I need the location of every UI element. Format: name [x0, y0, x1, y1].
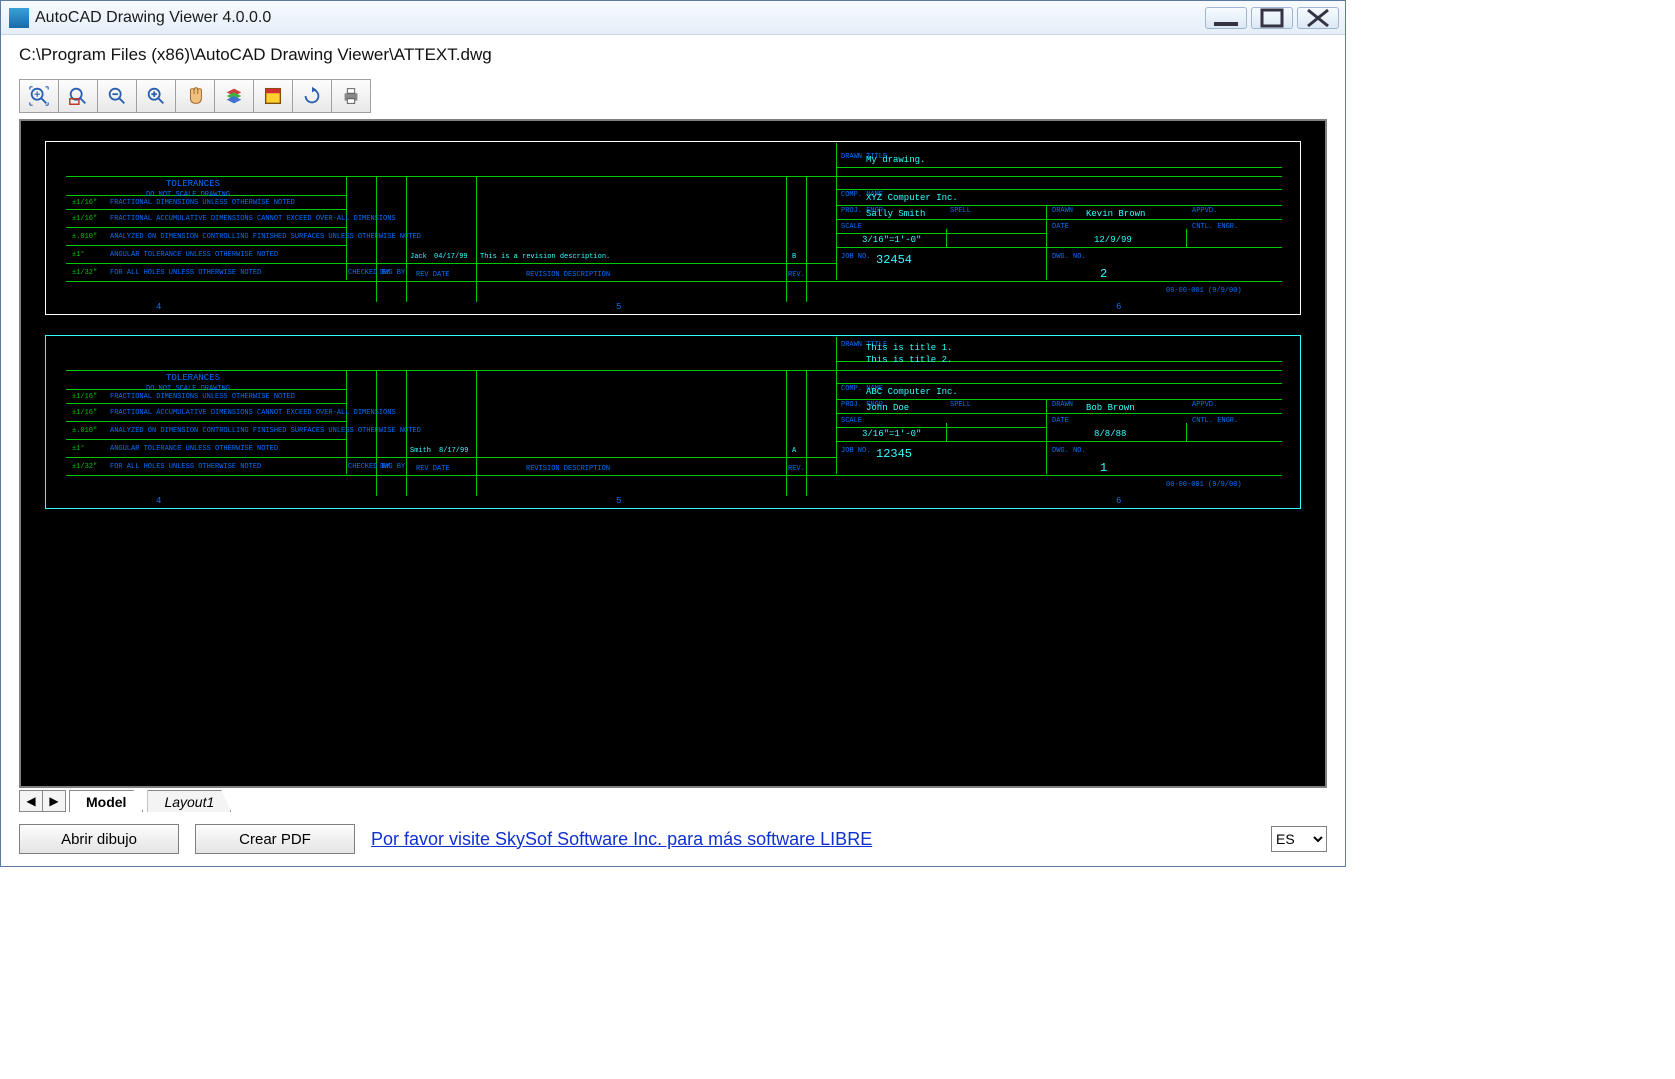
tabs-row: ◀ ▶ Model Layout1	[19, 790, 1327, 812]
layers-button[interactable]	[214, 79, 254, 113]
print-button[interactable]	[331, 79, 371, 113]
close-icon	[1298, 6, 1338, 30]
tab-model[interactable]: Model	[69, 790, 143, 812]
window-button[interactable]	[253, 79, 293, 113]
layers-icon	[223, 85, 245, 107]
toolbar	[19, 79, 1327, 113]
footer-row: Abrir dibujo Crear PDF Por favor visite …	[19, 824, 1327, 854]
tol-title: TOLERANCES	[166, 179, 220, 189]
drawing-canvas[interactable]: TOLERANCES DO NOT SCALE DRAWING ±1/16" F…	[19, 119, 1327, 788]
tab-prev-button[interactable]: ◀	[19, 790, 43, 812]
title-block-1: TOLERANCES DO NOT SCALE DRAWING ±1/16" F…	[45, 141, 1301, 315]
file-path: C:\Program Files (x86)\AutoCAD Drawing V…	[19, 45, 1327, 65]
zoom-out-button[interactable]	[97, 79, 137, 113]
maximize-icon	[1252, 6, 1292, 30]
skysof-link[interactable]: Por favor visite SkySof Software Inc. pa…	[371, 829, 872, 850]
tol-sub: DO NOT SCALE DRAWING	[146, 191, 230, 199]
language-select[interactable]: ES	[1271, 826, 1327, 852]
create-pdf-button[interactable]: Crear PDF	[195, 824, 355, 854]
window-icon	[262, 85, 284, 107]
titlebar: AutoCAD Drawing Viewer 4.0.0.0	[1, 1, 1345, 35]
zoom-in-button[interactable]	[136, 79, 176, 113]
minimize-button[interactable]	[1205, 7, 1247, 29]
close-button[interactable]	[1297, 7, 1339, 29]
minimize-icon	[1206, 6, 1246, 30]
zoom-in-icon	[145, 85, 167, 107]
zoom-window-icon	[67, 85, 89, 107]
title-block-2: TOLERANCES DO NOT SCALE DRAWING ±1/16" F…	[45, 335, 1301, 509]
refresh-icon	[301, 85, 323, 107]
open-drawing-button[interactable]: Abrir dibujo	[19, 824, 179, 854]
maximize-button[interactable]	[1251, 7, 1293, 29]
zoom-window-button[interactable]	[58, 79, 98, 113]
app-icon	[9, 8, 29, 28]
tab-next-button[interactable]: ▶	[42, 790, 66, 812]
zoom-extents-button[interactable]	[19, 79, 59, 113]
drawing-content: TOLERANCES DO NOT SCALE DRAWING ±1/16" F…	[21, 121, 1325, 786]
app-window: AutoCAD Drawing Viewer 4.0.0.0 C:\Progra…	[0, 0, 1346, 867]
client-area: C:\Program Files (x86)\AutoCAD Drawing V…	[1, 35, 1345, 866]
zoom-out-icon	[106, 85, 128, 107]
print-icon	[340, 85, 362, 107]
window-title: AutoCAD Drawing Viewer 4.0.0.0	[35, 9, 1205, 27]
hand-icon	[184, 85, 206, 107]
tab-layout1[interactable]: Layout1	[147, 790, 231, 812]
refresh-button[interactable]	[292, 79, 332, 113]
pan-button[interactable]	[175, 79, 215, 113]
zoom-extents-icon	[28, 85, 50, 107]
window-controls	[1205, 7, 1339, 29]
